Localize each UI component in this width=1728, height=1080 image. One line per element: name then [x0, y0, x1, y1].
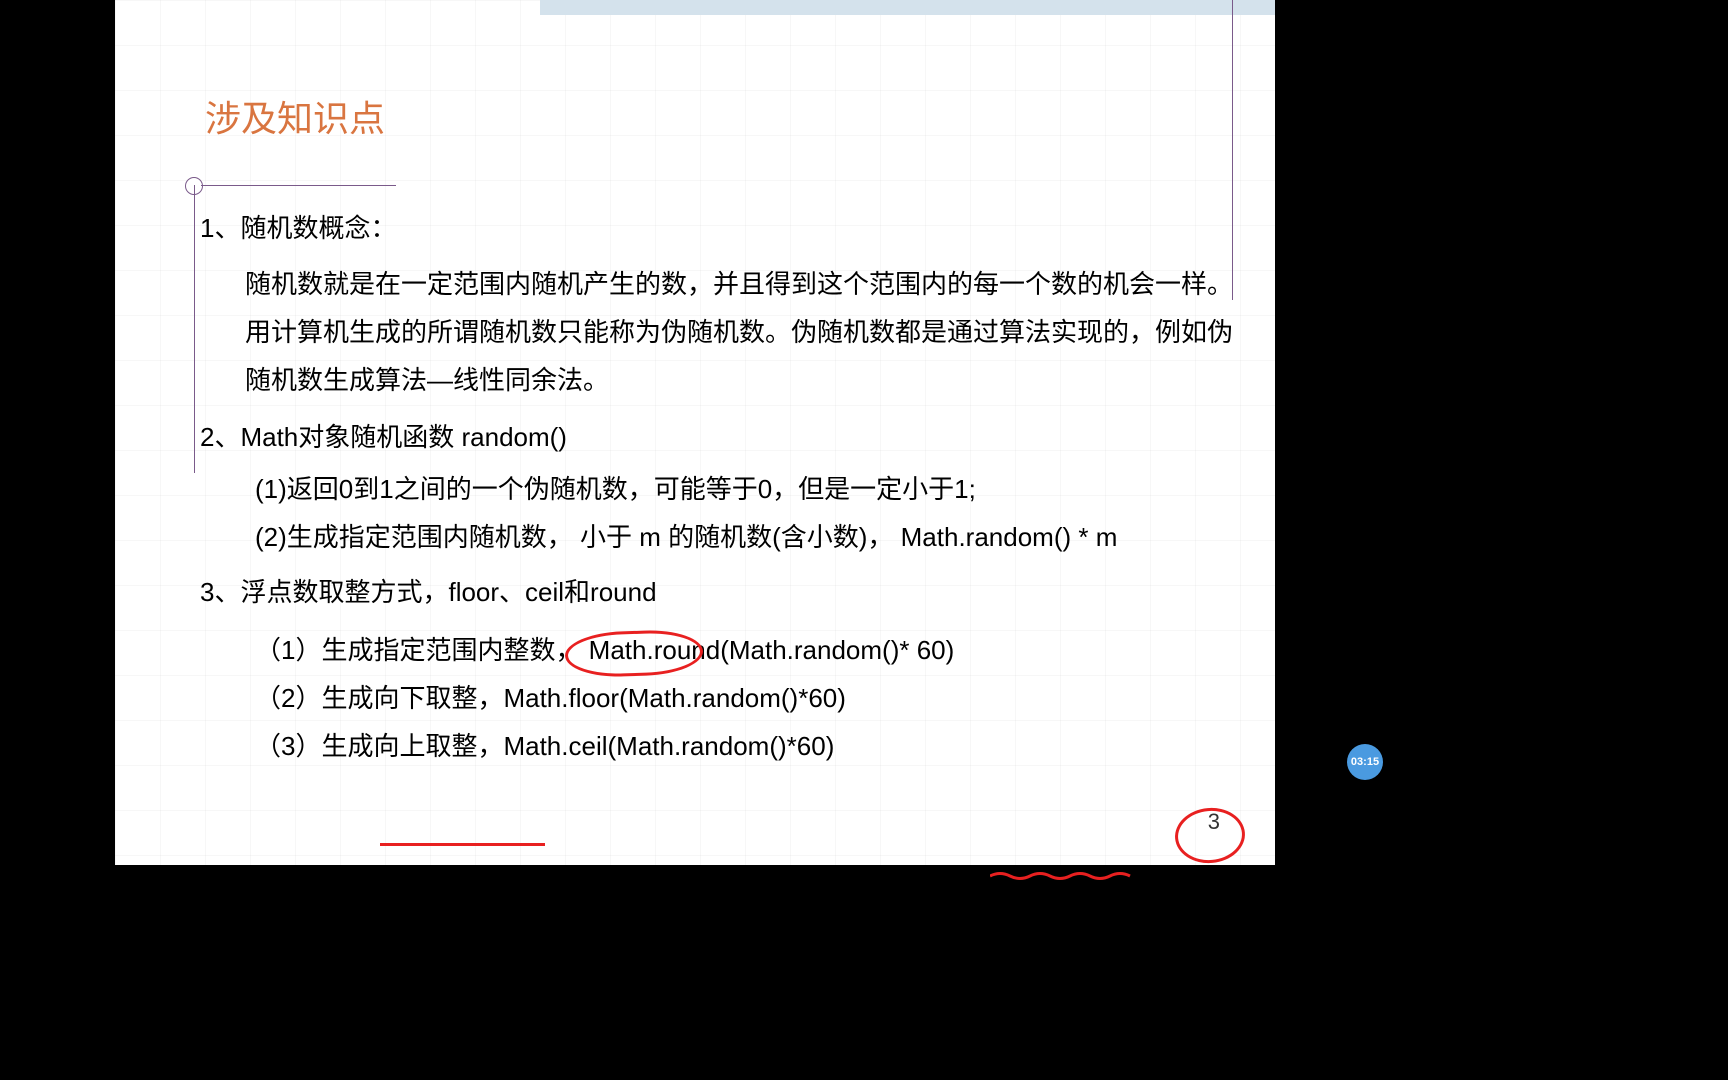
point-2-sub2: (2)生成指定范围内随机数， 小于 m 的随机数(含小数)， Math.rand…: [200, 513, 1235, 561]
point-2-label: Math对象随机函数 random(): [240, 422, 567, 452]
point-3-sub2: （2）生成向下取整，Math.floor(Math.random()*60): [200, 674, 1235, 722]
point-3-heading: 3、浮点数取整方式，floor、ceil和round: [200, 569, 1235, 616]
slide-container: 涉及知识点 1、随机数概念： 随机数就是在一定范围内随机产生的数，并且得到这个范…: [115, 0, 1275, 865]
point-3-sub1: （1）生成指定范围内整数， Math.round(Math.random()* …: [200, 626, 1235, 674]
point-2-sub2-text: (2)生成指定范围内随机数， 小于 m 的随机数(含小数)， Math.rand…: [255, 522, 1117, 552]
point-1-num: 1、: [200, 213, 240, 243]
page-number: 3: [1208, 809, 1220, 835]
point-2-sub1: (1)返回0到1之间的一个伪随机数，可能等于0，但是一定小于1;: [200, 465, 1235, 513]
point-1-heading: 1、随机数概念：: [200, 205, 1235, 252]
decoration-line: [185, 185, 395, 205]
point-1-text: 随机数就是在一定范围内随机产生的数，并且得到这个范围内的每一个数的机会一样。用计…: [200, 260, 1235, 404]
point-3-num: 3、: [200, 577, 240, 607]
slide-title: 涉及知识点: [205, 90, 385, 142]
top-accent-bar: [540, 0, 1275, 15]
point-2-num: 2、: [200, 422, 240, 452]
point-2-heading: 2、Math对象随机函数 random(): [200, 414, 1235, 461]
annotation-underline: [380, 843, 545, 846]
slide-content: 1、随机数概念： 随机数就是在一定范围内随机产生的数，并且得到这个范围内的每一个…: [200, 205, 1235, 770]
decoration-vertical-left: [194, 185, 195, 473]
point-1-label: 随机数概念：: [240, 213, 396, 243]
annotation-wavy-underline: [990, 848, 1135, 858]
decoration-hline: [201, 185, 396, 186]
point-3-label: 浮点数取整方式，floor、ceil和round: [240, 577, 656, 607]
timestamp-badge[interactable]: 03:15: [1347, 744, 1383, 780]
point-3-sub3: （3）生成向上取整，Math.ceil(Math.random()*60): [200, 722, 1235, 770]
